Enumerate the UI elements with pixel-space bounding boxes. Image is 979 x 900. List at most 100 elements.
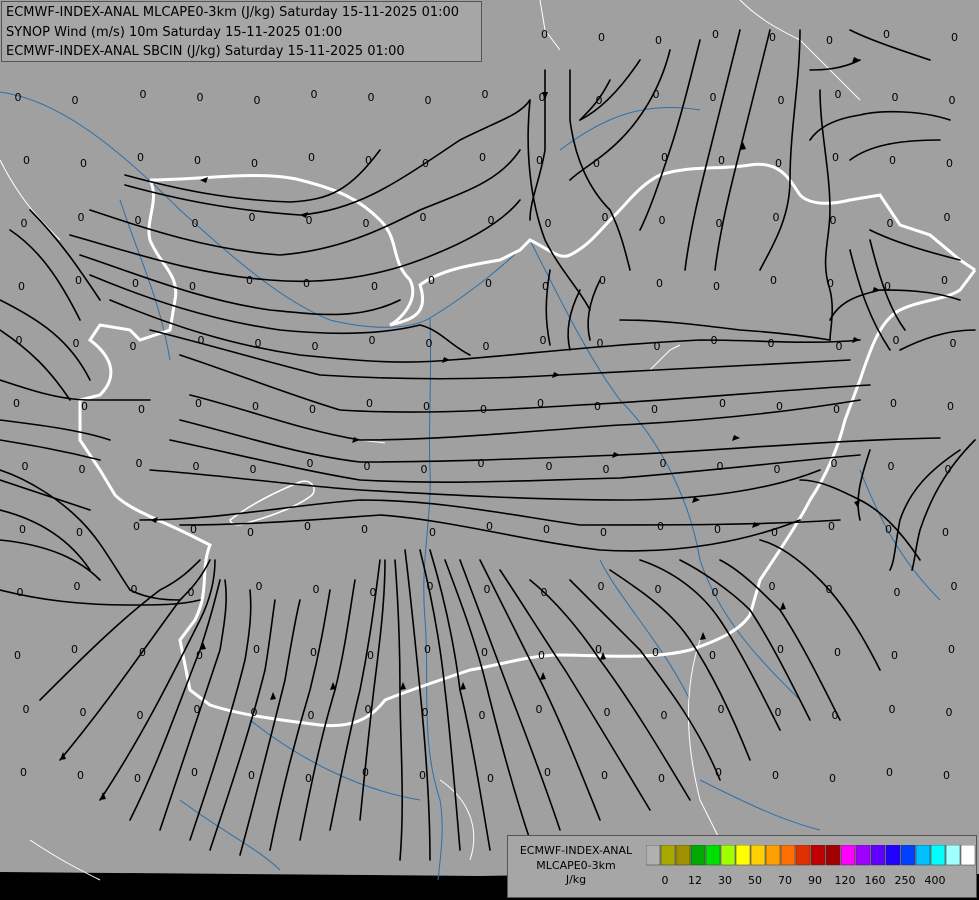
sbcin-value: 0: [716, 217, 723, 230]
sbcin-value: 0: [777, 643, 784, 656]
sbcin-value: 0: [74, 580, 81, 593]
colorbar-swatch: [780, 845, 796, 866]
colorbar-swatch: [720, 845, 736, 866]
colorbar-tick-label: 90: [808, 874, 822, 887]
sbcin-value: 0: [192, 217, 199, 230]
sbcin-value: 0: [769, 580, 776, 593]
sbcin-value: 0: [429, 526, 436, 539]
sbcin-value: 0: [659, 214, 666, 227]
sbcin-value: 0: [709, 649, 716, 662]
colorbar-swatch: [825, 845, 841, 866]
sbcin-value: 0: [834, 646, 841, 659]
sbcin-value: 0: [484, 583, 491, 596]
sbcin-value: 0: [657, 520, 664, 533]
title-mlcape: ECMWF-INDEX-ANAL MLCAPE0-3km (J/kg) Satu…: [6, 5, 460, 20]
sbcin-value: 0: [17, 586, 24, 599]
sbcin-value: 0: [831, 457, 838, 470]
colorbar-swatch: [735, 845, 751, 866]
colorbar-tick-label: 12: [688, 874, 702, 887]
sbcin-value: 0: [601, 769, 608, 782]
sbcin-value: 0: [772, 769, 779, 782]
sbcin-value: 0: [946, 706, 953, 719]
legend-field: MLCAPE0-3km: [536, 858, 616, 872]
sbcin-value: 0: [421, 463, 428, 476]
colorbar-swatch: [675, 845, 691, 866]
colorbar-swatch: [900, 845, 916, 866]
sbcin-value: 0: [836, 340, 843, 353]
sbcin-value: 0: [370, 586, 377, 599]
sbcin-value: 0: [81, 400, 88, 413]
sbcin-value: 0: [602, 211, 609, 224]
sbcin-value: 0: [188, 586, 195, 599]
sbcin-value: 0: [427, 580, 434, 593]
sbcin-value: 0: [828, 520, 835, 533]
colorbar-swatch: [795, 845, 811, 866]
sbcin-value: 0: [252, 400, 259, 413]
sbcin-value: 0: [541, 586, 548, 599]
sbcin-value: 0: [773, 211, 780, 224]
sbcin-value: 0: [487, 772, 494, 785]
sbcin-value: 0: [139, 646, 146, 659]
sbcin-value: 0: [361, 523, 368, 536]
sbcin-value: 0: [23, 154, 30, 167]
sbcin-value: 0: [18, 280, 25, 293]
sbcin-value: 0: [309, 403, 316, 416]
sbcin-value: 0: [312, 340, 319, 353]
sbcin-value: 0: [253, 643, 260, 656]
sbcin-value: 0: [830, 214, 837, 227]
sbcin-value: 0: [369, 334, 376, 347]
colorbar-ticks: 0 12 30 50 70 90 120 160 250 400: [646, 874, 976, 888]
sbcin-value: 0: [424, 643, 431, 656]
colorbar-swatch: [960, 845, 976, 866]
sbcin-value: 0: [76, 526, 83, 539]
sbcin-value: 0: [599, 274, 606, 287]
colorbar-tick-label: 250: [894, 874, 916, 887]
sbcin-value: 0: [543, 523, 550, 536]
sbcin-value: 0: [544, 766, 551, 779]
sbcin-value: 0: [889, 703, 896, 716]
sbcin-value: 0: [832, 151, 839, 164]
sbcin-value: 0: [947, 400, 954, 413]
sbcin-value: 0: [140, 88, 147, 101]
sbcin-value: 0: [193, 460, 200, 473]
sbcin-value: 0: [478, 457, 485, 470]
sbcin-value: 0: [710, 91, 717, 104]
map-canvas: 0 0 0 0 0 0 0 0 0 0 0 0 0 0 0 0 0 0 0 0 0 0 0 0 0 0 0 0 0 0 0 0 0 0 0 0 0 0 0 0…: [0, 0, 979, 900]
sbcin-value: 0: [941, 274, 948, 287]
colorbar-swatch: [810, 845, 826, 866]
sbcin-value: 0: [769, 31, 776, 44]
sbcin-value: 0: [21, 217, 28, 230]
sbcin-value: 0: [593, 157, 600, 170]
sbcin-value: 0: [255, 337, 262, 350]
sbcin-value: 0: [774, 463, 781, 476]
colorbar-swatch: [750, 845, 766, 866]
sbcin-value: 0: [661, 709, 668, 722]
sbcin-value: 0: [775, 157, 782, 170]
sbcin-value: 0: [195, 397, 202, 410]
sbcin-value: 0: [712, 28, 719, 41]
sbcin-value: 0: [651, 403, 658, 416]
sbcin-value: 0: [75, 274, 82, 287]
sbcin-value: 0: [22, 460, 29, 473]
sbcin-value: 0: [20, 766, 27, 779]
sbcin-value: 0: [132, 277, 139, 290]
sbcin-value: 0: [249, 211, 256, 224]
sbcin-value: 0: [420, 211, 427, 224]
sbcin-value: 0: [538, 649, 545, 662]
sbcin-value: 0: [196, 649, 203, 662]
sbcin-value: 0: [256, 580, 263, 593]
colorbar-swatch: [915, 845, 931, 866]
sbcin-value: 0: [15, 91, 22, 104]
sbcin-value: 0: [137, 709, 144, 722]
sbcin-value: 0: [77, 769, 84, 782]
sbcin-value: 0: [711, 334, 718, 347]
sbcin-value: 0: [951, 580, 958, 593]
sbcin-value: 0: [480, 403, 487, 416]
colorbar-swatch: [660, 845, 676, 866]
colorbar-swatch: [840, 845, 856, 866]
sbcin-value: 0: [79, 463, 86, 476]
sbcin-value: 0: [771, 526, 778, 539]
sbcin-value: 0: [653, 88, 660, 101]
colorbar-tick-label: 0: [661, 874, 669, 887]
sbcin-value: 0: [308, 709, 315, 722]
